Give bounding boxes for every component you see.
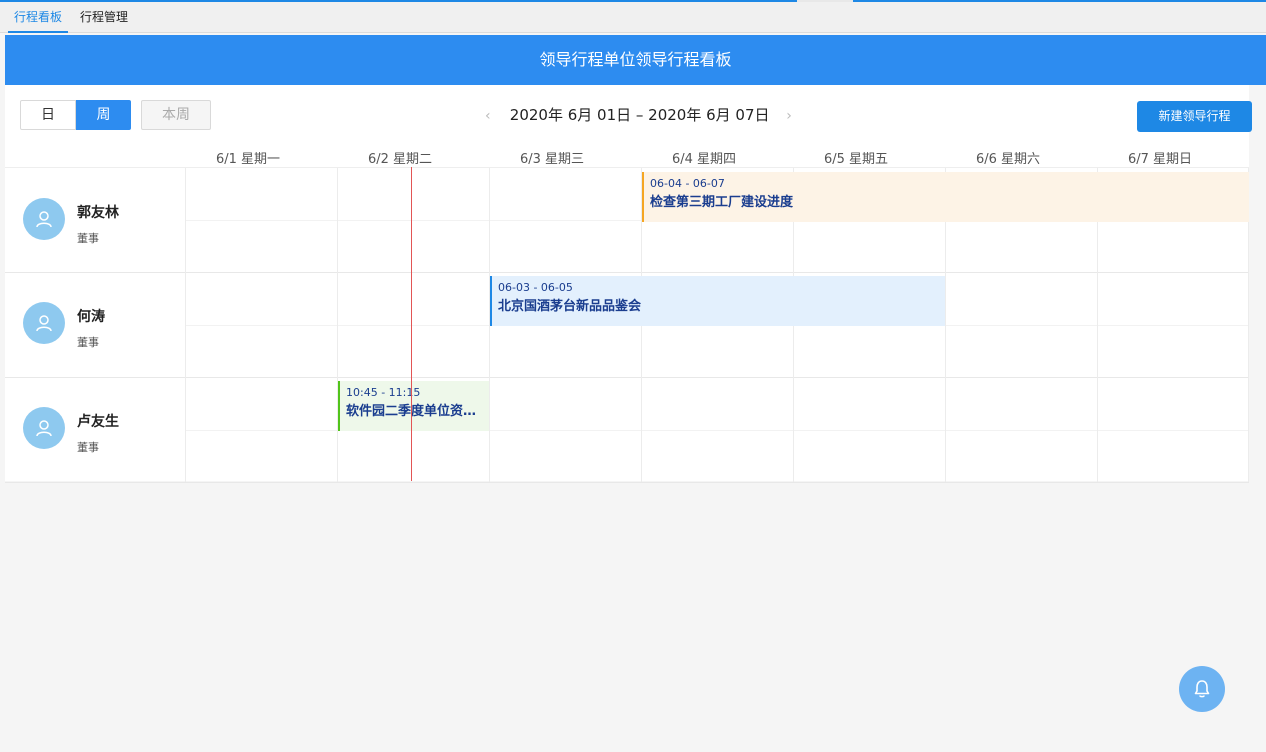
tab-schedule-management[interactable]: 行程管理 — [80, 2, 128, 33]
avatar — [23, 407, 65, 449]
day-header: 6/1 星期一 — [215, 152, 281, 167]
day-header: 6/3 星期三 — [519, 152, 585, 167]
schedule-grid: 郭友林 董事 何涛 董事 卢友生 董事 06-04 - 06-07 检查第三期工… — [5, 167, 1249, 483]
day-header: 6/7 星期日 — [1127, 152, 1193, 167]
notification-button[interactable] — [1179, 666, 1225, 712]
person-guoyoulin[interactable]: 郭友林 董事 — [23, 188, 183, 248]
date-range-label: 2020年 6月 01日 – 2020年 6月 07日 — [509, 106, 770, 124]
column-divider — [337, 168, 338, 482]
schedule-panel: 日 周 本周 ‹ 2020年 6月 01日 – 2020年 6月 07日 › 新… — [5, 85, 1252, 483]
this-week-button[interactable]: 本周 — [141, 100, 211, 130]
event-card[interactable]: 06-03 - 06-05 北京国酒茅台新品品鉴会 — [490, 276, 945, 326]
person-role: 董事 — [77, 441, 99, 454]
day-header: 6/4 星期四 — [671, 152, 737, 167]
person-role: 董事 — [77, 336, 99, 349]
user-icon — [36, 420, 52, 437]
event-title: 软件园二季度单位资… — [346, 400, 483, 419]
tab-bar: 行程看板 行程管理 — [0, 2, 1266, 33]
event-time: 06-03 - 06-05 — [498, 281, 573, 294]
event-title: 北京国酒茅台新品品鉴会 — [498, 299, 642, 314]
event-title: 检查第三期工厂建设进度 — [650, 195, 794, 210]
event-time: 06-04 - 06-07 — [650, 177, 725, 190]
toolbar: 日 周 本周 ‹ 2020年 6月 01日 – 2020年 6月 07日 › 新… — [5, 85, 1252, 167]
avatar — [23, 302, 65, 344]
event-card[interactable]: 10:45 - 11:15 软件园二季度单位资… — [338, 381, 489, 431]
day-header: 6/5 星期五 — [823, 152, 889, 167]
avatar — [23, 198, 65, 240]
person-name: 卢友生 — [77, 414, 119, 430]
user-icon — [36, 315, 52, 332]
user-icon — [36, 211, 52, 228]
day-header: 6/6 星期六 — [975, 152, 1041, 167]
person-luyousheng[interactable]: 卢友生 董事 — [23, 397, 183, 457]
column-divider — [185, 168, 186, 482]
day-header: 6/2 星期二 — [367, 152, 433, 167]
person-name: 何涛 — [77, 309, 105, 325]
bell-icon — [1194, 680, 1210, 698]
tab-schedule-board[interactable]: 行程看板 — [8, 2, 69, 33]
chevron-left-icon[interactable]: ‹ — [485, 101, 499, 131]
event-time: 10:45 - 11:15 — [346, 386, 421, 399]
view-day-button[interactable]: 日 — [20, 100, 76, 130]
current-time-line — [411, 167, 412, 481]
event-card[interactable]: 06-04 - 06-07 检查第三期工厂建设进度 — [642, 172, 1249, 222]
page-title: 领导行程单位领导行程看板 — [5, 35, 1266, 85]
date-range-nav: ‹ 2020年 6月 01日 – 2020年 6月 07日 › — [485, 100, 800, 130]
chevron-right-icon[interactable]: › — [786, 101, 800, 131]
view-week-button[interactable]: 周 — [76, 100, 131, 130]
person-role: 董事 — [77, 232, 99, 245]
person-hetao[interactable]: 何涛 董事 — [23, 292, 183, 352]
person-name: 郭友林 — [77, 205, 119, 221]
new-schedule-button[interactable]: 新建领导行程 — [1137, 101, 1252, 132]
